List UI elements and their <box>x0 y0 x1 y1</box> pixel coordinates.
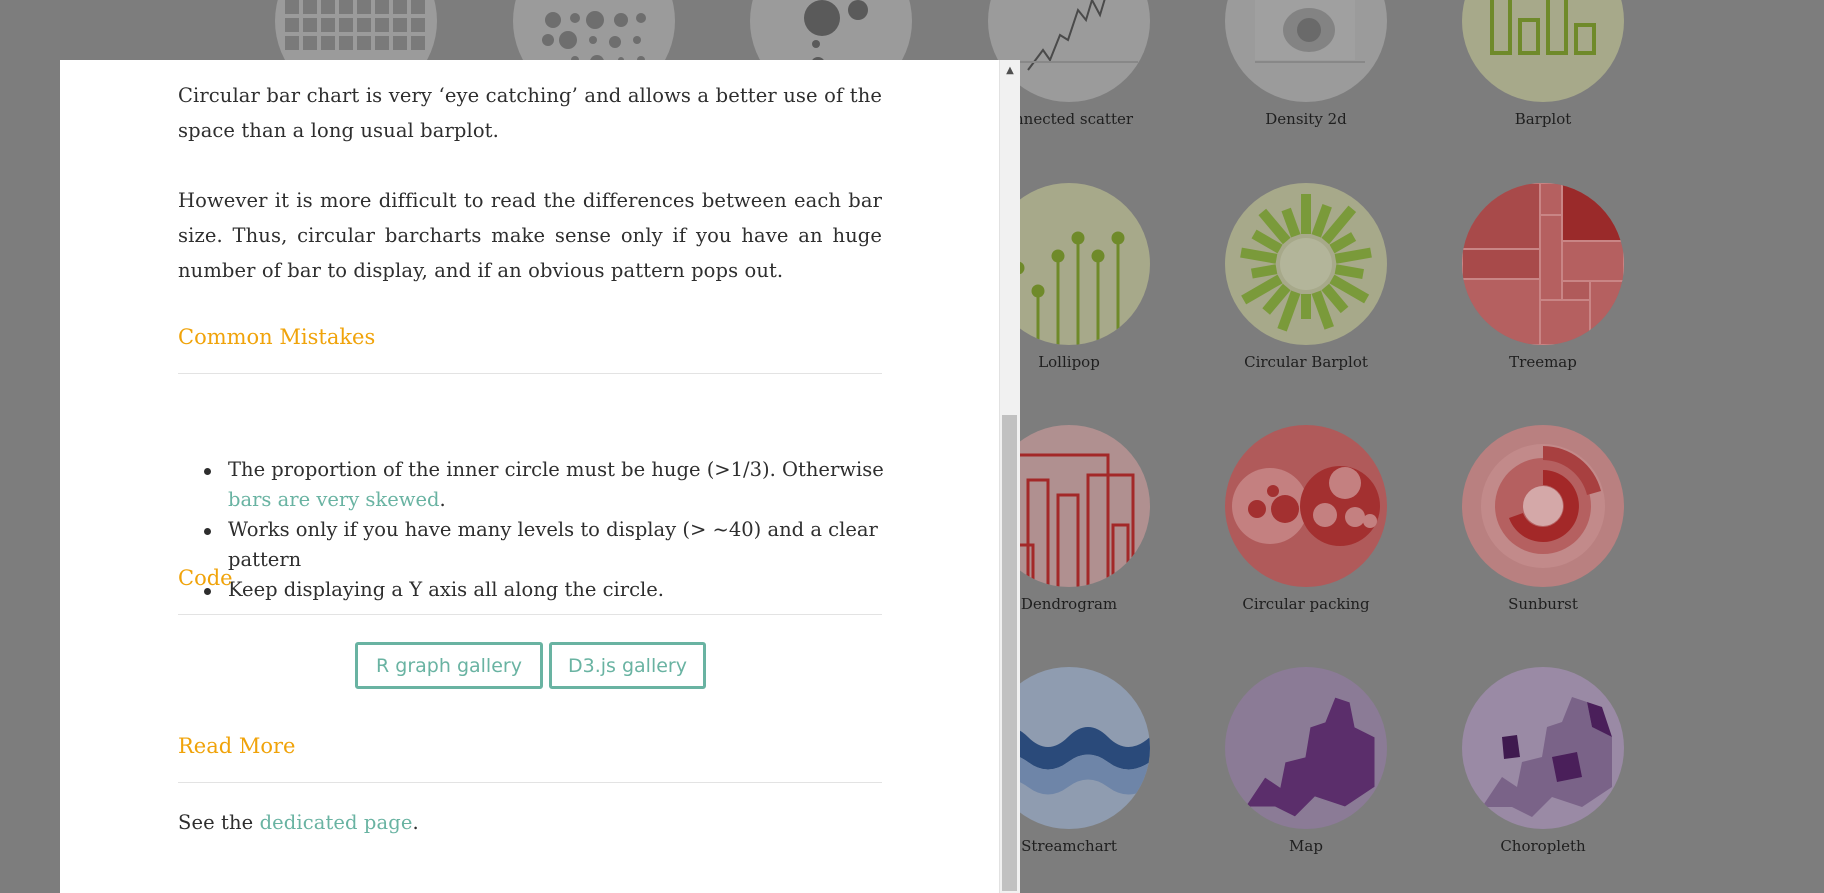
gallery-label-circular-packing: Circular packing <box>1242 595 1370 613</box>
divider <box>178 782 882 783</box>
mistakes-list: The proportion of the inner circle must … <box>178 455 932 605</box>
gallery-label-density2d: Density 2d <box>1265 110 1347 128</box>
read-more-suffix: . <box>412 811 419 834</box>
gallery-label-circular-barplot: Circular Barplot <box>1244 353 1368 371</box>
density2d-thumbnail-icon <box>1225 0 1387 102</box>
difficulty-paragraph: However it is more difficult to read the… <box>178 189 882 282</box>
gallery-item-circular-packing[interactable]: Circular packing <box>1225 425 1387 613</box>
list-item: The proportion of the inner circle must … <box>204 455 932 515</box>
gallery-item-barplot[interactable]: Barplot <box>1462 0 1624 128</box>
choropleth-thumbnail-icon <box>1462 667 1624 829</box>
divider <box>178 614 882 615</box>
gallery-label-treemap: Treemap <box>1509 353 1577 371</box>
read-more-heading: Read More <box>178 734 296 758</box>
barplot-thumbnail-icon <box>1462 0 1624 102</box>
dedicated-page-link[interactable]: dedicated page <box>260 811 413 834</box>
bars-skewed-link[interactable]: bars are very skewed <box>228 488 440 511</box>
gallery-item-treemap[interactable]: Treemap <box>1462 183 1624 371</box>
mistake-text-end: . <box>439 488 446 511</box>
mistake-text: Keep displaying a Y axis all along the c… <box>228 578 664 601</box>
common-mistakes-heading: Common Mistakes <box>178 325 376 349</box>
read-more-paragraph: See the dedicated page. <box>178 805 882 840</box>
gallery-label-map: Map <box>1289 837 1323 855</box>
gallery-label-barplot: Barplot <box>1514 110 1572 128</box>
read-more-prefix: See the <box>178 811 260 834</box>
circular-barplot-thumbnail-icon <box>1225 183 1387 345</box>
list-item: Keep displaying a Y axis all along the c… <box>204 575 932 605</box>
gallery-item-map[interactable]: Map <box>1225 667 1387 855</box>
gallery-item-sunburst[interactable]: Sunburst <box>1462 425 1624 613</box>
map-thumbnail-icon <box>1225 667 1387 829</box>
intro-paragraph: Circular bar chart is very ‘eye catching… <box>178 84 882 142</box>
gallery-label-choropleth: Choropleth <box>1500 837 1586 855</box>
mistake-text: The proportion of the inner circle must … <box>228 458 884 481</box>
d3js-gallery-button[interactable]: D3.js gallery <box>549 642 706 689</box>
gallery-label-sunburst: Sunburst <box>1508 595 1578 613</box>
modal-scrollbar[interactable]: ▲ <box>999 60 1020 893</box>
gallery-item-circular-barplot[interactable]: Circular Barplot <box>1225 183 1387 371</box>
mistake-text: Works only if you have many levels to di… <box>228 518 878 571</box>
code-heading: Code <box>178 566 233 590</box>
scroll-up-arrow-icon[interactable]: ▲ <box>1000 60 1020 80</box>
treemap-thumbnail-icon <box>1462 183 1624 345</box>
scroll-thumb[interactable] <box>1002 415 1017 891</box>
r-graph-gallery-button[interactable]: R graph gallery <box>355 642 543 689</box>
chart-info-modal: Circular bar chart is very ‘eye catching… <box>60 60 1019 893</box>
gallery-item-density2d[interactable]: Density 2d <box>1225 0 1387 128</box>
gallery-item-choropleth[interactable]: Choropleth <box>1462 667 1624 855</box>
sunburst-thumbnail-icon <box>1462 425 1624 587</box>
circular-packing-thumbnail-icon <box>1225 425 1387 587</box>
list-item: Works only if you have many levels to di… <box>204 515 932 575</box>
divider <box>178 373 882 374</box>
